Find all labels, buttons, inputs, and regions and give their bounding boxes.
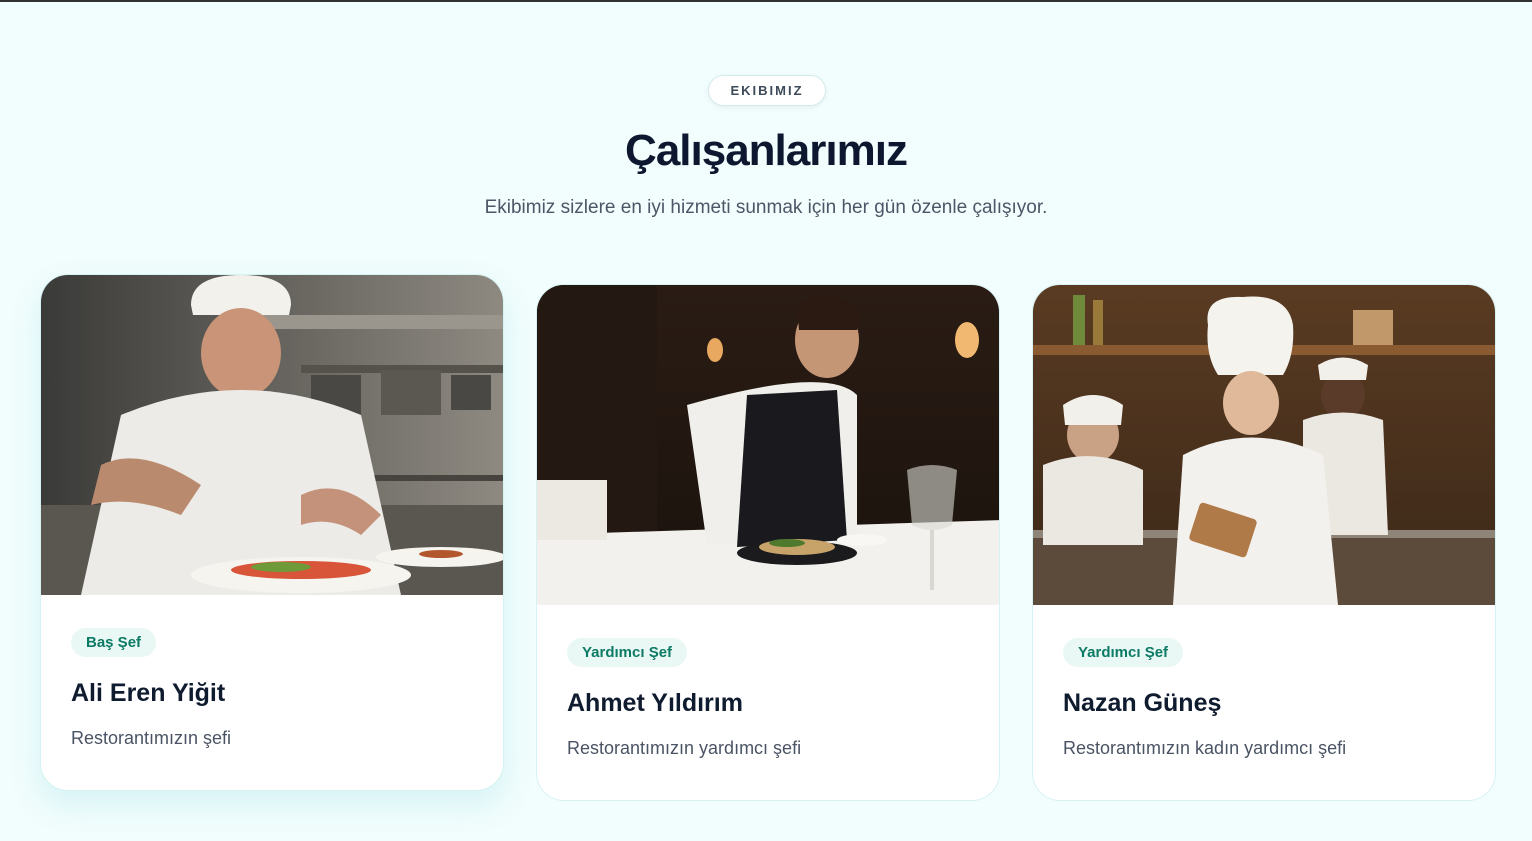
role-badge: Yardımcı Şef (1063, 638, 1184, 667)
chef-photo (537, 285, 999, 605)
chef-photo (1033, 285, 1495, 605)
section-title: Çalışanlarımız (625, 126, 908, 175)
role-badge: Yardımcı Şef (567, 638, 688, 667)
chef-photo (41, 275, 503, 595)
role-badge: Baş Şef (71, 628, 157, 657)
section-subtitle: Ekibimiz sizlere en iyi hizmeti sunmak i… (484, 197, 1048, 218)
member-name: Ahmet Yıldırım (567, 689, 743, 717)
team-card-nazan-gunes[interactable]: Yardımcı Şef Nazan Güneş Restorantımızın… (1032, 284, 1496, 801)
member-description: Restorantımızın şefi (71, 728, 232, 748)
section-eyebrow-badge: EKIBIMIZ (708, 75, 826, 106)
team-card-body: Yardımcı Şef Ahmet Yıldırım Restorantımı… (537, 605, 999, 800)
member-description: Restorantımızın kadın yardımcı şefi (1063, 738, 1347, 758)
member-name: Nazan Güneş (1063, 689, 1222, 717)
member-name: Ali Eren Yiğit (71, 679, 226, 707)
team-card-body: Baş Şef Ali Eren Yiğit Restorantımızın ş… (41, 595, 503, 790)
team-card-body: Yardımcı Şef Nazan Güneş Restorantımızın… (1033, 605, 1495, 800)
member-description: Restorantımızın yardımcı şefi (567, 738, 802, 758)
team-card-ahmet-yildirim[interactable]: Yardımcı Şef Ahmet Yıldırım Restorantımı… (536, 284, 1000, 801)
team-card-ali-eren-yigit[interactable]: Baş Şef Ali Eren Yiğit Restorantımızın ş… (40, 274, 504, 791)
